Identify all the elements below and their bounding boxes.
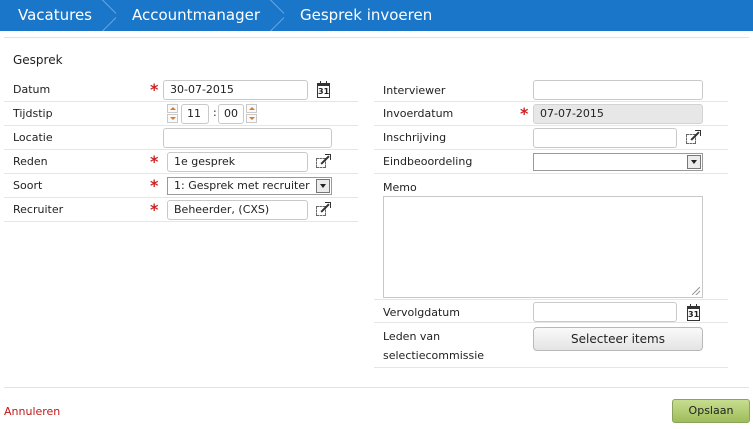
header-divider [4,37,749,38]
row-datum: Datum * 30-07-2015 31 [4,79,358,102]
minute-input[interactable]: 00 [218,104,244,124]
breadcrumb: Vacatures Accountmanager Gesprek invoere… [0,0,753,31]
inschrijving-input[interactable] [533,128,677,148]
interviewer-label: Interviewer [383,84,446,97]
vervolgdatum-label: Vervolgdatum [383,306,460,319]
time-separator: : [213,106,217,119]
row-tijdstip: Tijdstip 11 : 00 [4,103,358,126]
popup-select-icon[interactable] [686,130,701,145]
breadcrumb-vacatures[interactable]: Vacatures [0,0,114,31]
eindbeoordeling-label: Eindbeoordeling [383,155,473,168]
soort-select[interactable]: 1: Gesprek met recruiter [167,177,332,195]
row-reden: Reden * 1e gesprek [4,151,358,174]
required-icon: * [150,200,159,219]
row-inschrijving: Inschrijving [374,127,728,150]
calendar-icon[interactable]: 31 [317,81,330,98]
reden-label: Reden [13,155,48,168]
minute-up-icon[interactable] [246,104,257,113]
hour-up-icon[interactable] [167,104,178,113]
recruiter-input[interactable]: Beheerder, (CXS) [167,200,308,220]
breadcrumb-accountmanager[interactable]: Accountmanager [114,0,282,31]
resize-grip-icon[interactable] [692,287,700,295]
leden-label-line1: Leden van [383,330,441,343]
memo-label: Memo [383,181,417,194]
required-icon: * [520,104,529,123]
interviewer-input[interactable] [533,80,703,100]
recruiter-label: Recruiter [13,203,64,216]
select-items-button[interactable]: Selecteer items [533,327,703,351]
invoerdatum-field: 07-07-2015 [533,104,703,124]
breadcrumb-label: Gesprek invoeren [299,6,433,24]
row-soort: Soort * 1: Gesprek met recruiter [4,175,358,198]
tijdstip-label: Tijdstip [13,107,53,120]
cancel-link[interactable]: Annuleren [4,405,60,418]
section-title: Gesprek [13,53,63,67]
row-locatie: Locatie [4,127,358,150]
calendar-icon[interactable]: 31 [687,304,700,321]
minute-stepper[interactable] [246,104,257,124]
footer-divider [4,387,749,388]
vervolgdatum-input[interactable] [533,302,677,322]
hour-stepper[interactable] [167,104,178,124]
chevron-down-icon[interactable] [316,179,330,193]
leden-label-line2: selectiecommissie [383,349,485,362]
popup-select-icon[interactable] [316,154,331,169]
chevron-down-icon[interactable] [687,155,701,169]
breadcrumb-label: Accountmanager [132,6,260,24]
hour-input[interactable]: 11 [181,104,209,124]
datum-label: Datum [13,83,51,96]
eindbeoordeling-select[interactable] [533,153,703,171]
locatie-label: Locatie [13,131,53,144]
row-invoerdatum: Invoerdatum * 07-07-2015 [374,103,728,126]
required-icon: * [150,176,159,195]
soort-value: 1: Gesprek met recruiter [174,179,310,192]
breadcrumb-current: Gesprek invoeren [282,0,454,31]
invoerdatum-label: Invoerdatum [383,107,454,120]
breadcrumb-label: Vacatures [18,6,92,24]
hour-down-icon[interactable] [167,114,178,123]
required-icon: * [150,80,159,99]
memo-textarea[interactable] [383,196,703,298]
required-icon: * [150,152,159,171]
row-vervolgdatum: Vervolgdatum 31 [374,300,728,323]
reden-input[interactable]: 1e gesprek [167,152,308,172]
locatie-input[interactable] [163,128,332,148]
inschrijving-label: Inschrijving [383,131,447,144]
row-interviewer: Interviewer [374,79,728,102]
save-button[interactable]: Opslaan [672,399,750,423]
row-eindbeoordeling: Eindbeoordeling [374,151,728,174]
row-recruiter: Recruiter * Beheerder, (CXS) [4,199,358,222]
datum-input[interactable]: 30-07-2015 [163,80,308,100]
soort-label: Soort [13,179,43,192]
popup-select-icon[interactable] [316,202,331,217]
minute-down-icon[interactable] [246,114,257,123]
